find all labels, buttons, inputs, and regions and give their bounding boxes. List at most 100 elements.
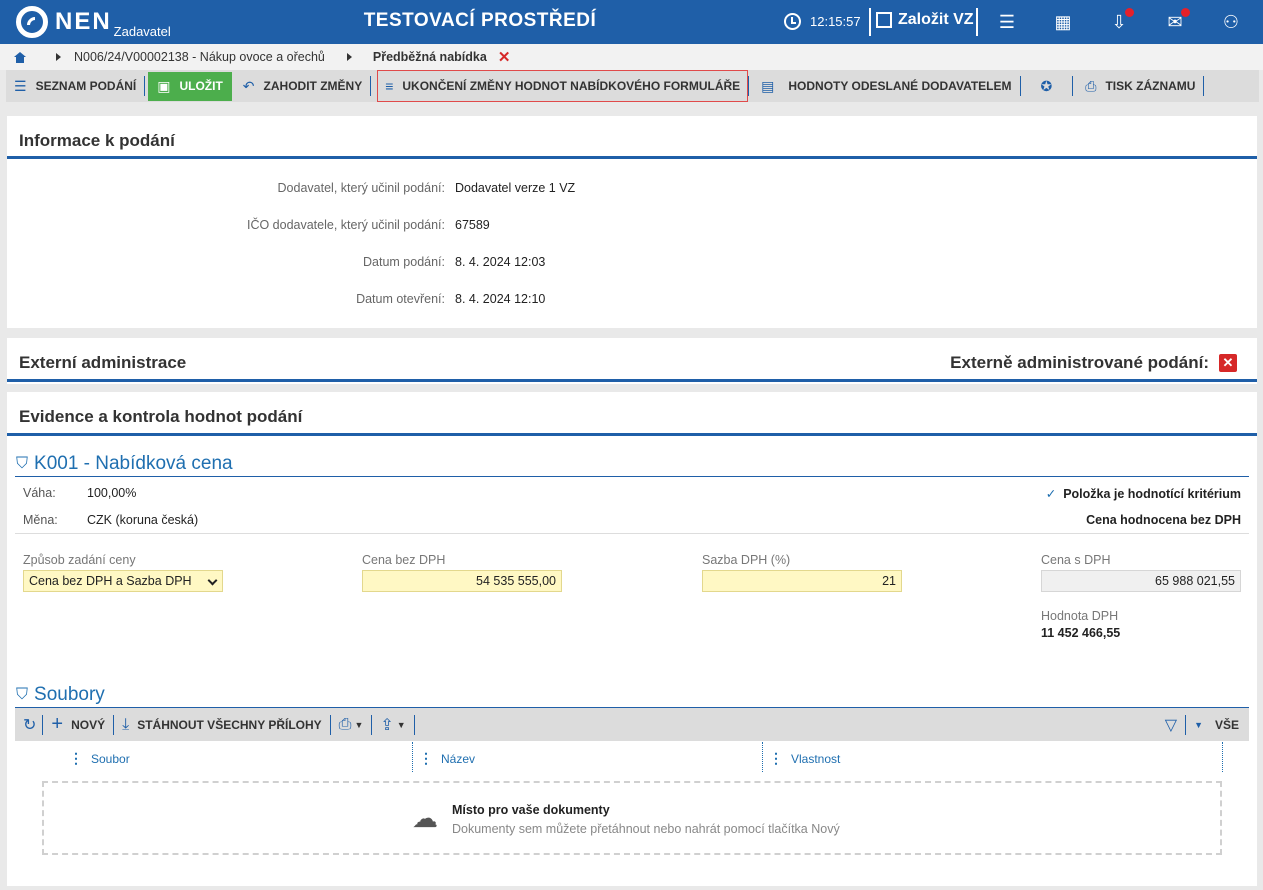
divider bbox=[15, 476, 1249, 477]
show-all-dropdown[interactable]: ▼ VŠE bbox=[1186, 708, 1249, 741]
print-icon: ⎙ bbox=[1085, 77, 1097, 94]
info-value: 67589 bbox=[455, 218, 490, 232]
breadcrumb-arrow-icon bbox=[56, 53, 61, 61]
print-record-button[interactable]: ⎙ TISK ZÁZNAMU bbox=[1077, 72, 1203, 100]
user-icon[interactable]: ⚇ bbox=[1220, 12, 1242, 32]
price-method-value: Cena bez DPH a Sazba DPH bbox=[29, 574, 192, 588]
column-menu-icon: ⋮ bbox=[69, 750, 83, 766]
info-label: Datum podání: bbox=[363, 255, 445, 269]
close-tab-icon[interactable]: ✕ bbox=[498, 48, 511, 66]
sent-values-button[interactable]: ▤ HODNOTY ODESLANÉ DODAVATELEM bbox=[753, 72, 1019, 100]
save-button[interactable]: ▣ ULOŽIT bbox=[148, 71, 232, 101]
discard-changes-button[interactable]: ↶ ZAHODIT ZMĚNY bbox=[235, 72, 370, 100]
column-header-name[interactable]: ⋮ Název bbox=[419, 750, 475, 767]
column-menu-icon: ⋮ bbox=[419, 750, 433, 766]
print-menu-button[interactable]: ⎙ ▼ bbox=[331, 708, 372, 741]
save-label: ULOŽIT bbox=[179, 79, 223, 93]
tag-icon: ⛉ bbox=[16, 455, 29, 472]
dropzone-title: Místo pro vaše dokumenty bbox=[452, 803, 610, 817]
price-no-vat-input[interactable]: 54 535 555,00 bbox=[362, 570, 562, 592]
print-icon: ⎙ bbox=[338, 715, 352, 733]
currency-value: CZK (koruna česká) bbox=[87, 513, 199, 527]
divider bbox=[748, 76, 750, 96]
end-value-change-label: UKONČENÍ ZMĚNY HODNOT NABÍDKOVÉHO FORMUL… bbox=[402, 79, 741, 93]
weight-value: 100,00% bbox=[87, 486, 137, 500]
currency-label: Měna: bbox=[23, 513, 58, 527]
column-divider[interactable] bbox=[762, 742, 763, 772]
clock-time: 12:15:57 bbox=[810, 14, 861, 29]
price-no-vat-label: Cena bez DPH bbox=[362, 553, 446, 567]
price-section-title: K001 - Nabídková cena bbox=[34, 453, 233, 474]
export-menu-button[interactable]: ⇪ ▼ bbox=[372, 708, 413, 741]
column-divider[interactable] bbox=[1222, 742, 1223, 772]
vat-rate-input[interactable]: 21 bbox=[702, 570, 902, 592]
price-with-vat-label: Cena s DPH bbox=[1041, 553, 1111, 567]
inbox-icon[interactable]: ⇩ bbox=[1108, 8, 1134, 32]
calendar-icon[interactable]: ▦ bbox=[1052, 12, 1074, 32]
price-method-select[interactable]: Cena bez DPH a Sazba DPH bbox=[23, 570, 223, 592]
filter-button[interactable]: ▽ bbox=[1157, 708, 1185, 741]
external-admin-label: Externě administrované podání: bbox=[950, 353, 1209, 372]
create-vz-button[interactable]: Založit VZ bbox=[876, 11, 974, 29]
end-value-change-button[interactable]: ≡ UKONČENÍ ZMĚNY HODNOT NABÍDKOVÉHO FORMU… bbox=[377, 70, 749, 102]
action-toolbar: ☰ SEZNAM PODÁNÍ ▣ ULOŽIT ↶ ZAHODIT ZMĚNY ≡ U… bbox=[6, 70, 1259, 102]
menu-icon[interactable]: ☰ bbox=[996, 12, 1018, 32]
column-header-label: Vlastnost bbox=[791, 751, 841, 766]
mail-icon[interactable]: ✉ bbox=[1164, 8, 1190, 32]
tag-icon: ⛉ bbox=[16, 686, 29, 703]
divider bbox=[370, 76, 372, 96]
criterion-label: Položka je hodnotící kritérium bbox=[1063, 486, 1241, 501]
external-admin-checkbox[interactable]: ✕ bbox=[1219, 354, 1237, 372]
dropzone-subtitle: Dokumenty sem můžete přetáhnout nebo nah… bbox=[452, 822, 840, 836]
vat-amount-value: 11 452 466,55 bbox=[1041, 626, 1121, 640]
files-section-title: Soubory bbox=[34, 684, 105, 705]
file-dropzone[interactable]: ☁ Místo pro vaše dokumenty Dokumenty sem… bbox=[42, 781, 1222, 855]
divider bbox=[413, 714, 415, 735]
price-with-vat-value: 65 988 021,55 bbox=[1041, 570, 1241, 592]
check-icon: ✓ bbox=[1045, 487, 1057, 501]
cloud-upload-icon: ☁ bbox=[412, 803, 438, 833]
print-record-label: TISK ZÁZNAMU bbox=[1105, 79, 1196, 93]
column-header-property[interactable]: ⋮ Vlastnost bbox=[769, 750, 840, 767]
download-icon: ⤓ bbox=[122, 715, 130, 733]
caret-down-icon: ▼ bbox=[396, 719, 406, 730]
price-section-header: ⛉ K001 - Nabídková cena bbox=[16, 453, 233, 475]
divider bbox=[1203, 76, 1205, 96]
column-header-file[interactable]: ⋮ Soubor bbox=[69, 750, 130, 767]
column-header-label: Soubor bbox=[91, 751, 130, 766]
export-icon: ⇪ bbox=[380, 716, 394, 734]
column-menu-icon: ⋮ bbox=[769, 750, 783, 766]
info-label: Dodavatel, který učinil podání: bbox=[277, 181, 445, 195]
download-all-label: STÁHNOUT VŠECHNY PŘÍLOHY bbox=[137, 717, 322, 732]
list-icon: ☰ bbox=[14, 77, 27, 94]
list-submissions-button[interactable]: ☰ SEZNAM PODÁNÍ bbox=[6, 72, 144, 100]
info-value: 8. 4. 2024 12:10 bbox=[455, 292, 546, 306]
files-toolbar: ↻ + NOVÝ ⤓ STÁHNOUT VŠECHNY PŘÍLOHY ⎙ ▼ ⇪ ▼ … bbox=[15, 708, 1249, 741]
sent-values-label: HODNOTY ODESLANÉ DODAVATELEM bbox=[788, 79, 1012, 93]
home-icon[interactable] bbox=[14, 51, 26, 63]
caret-down-icon: ▼ bbox=[1194, 719, 1203, 730]
info-label: IČO dodavatele, který učinil podání: bbox=[246, 218, 445, 232]
clock-icon bbox=[784, 13, 801, 30]
list-submissions-label: SEZNAM PODÁNÍ bbox=[35, 79, 137, 93]
price-method-label: Způsob zadání ceny bbox=[23, 553, 136, 567]
refresh-button[interactable]: ↻ bbox=[15, 708, 42, 741]
divider bbox=[7, 433, 1257, 436]
award-icon: ✪ bbox=[1040, 77, 1053, 94]
discard-label: ZAHODIT ZMĚNY bbox=[263, 79, 363, 93]
show-all-label: VŠE bbox=[1214, 717, 1239, 732]
external-admin-panel: Externí administrace Externě administrov… bbox=[7, 338, 1257, 384]
award-button[interactable]: ✪ bbox=[1021, 72, 1073, 100]
create-vz-label: Založit VZ bbox=[898, 11, 974, 28]
info-panel: Informace k podání Dodavatel, který učin… bbox=[7, 116, 1257, 328]
column-divider[interactable] bbox=[412, 742, 413, 772]
caret-down-icon: ▼ bbox=[354, 719, 364, 730]
refresh-icon: ↻ bbox=[23, 716, 37, 734]
new-file-button[interactable]: + NOVÝ bbox=[43, 708, 113, 741]
breadcrumb-item-tender[interactable]: N006/24/V00002138 - Nákup ovoce a ořechů bbox=[74, 50, 325, 64]
price-evaluation-label: Cena hodnocena bez DPH bbox=[1086, 513, 1241, 527]
info-value: Dodavatel verze 1 VZ bbox=[455, 181, 576, 195]
evidence-panel: Evidence a kontrola hodnot podání ⛉ K001… bbox=[7, 392, 1257, 886]
plus-icon: + bbox=[51, 713, 64, 735]
download-all-button[interactable]: ⤓ STÁHNOUT VŠECHNY PŘÍLOHY bbox=[114, 708, 330, 741]
